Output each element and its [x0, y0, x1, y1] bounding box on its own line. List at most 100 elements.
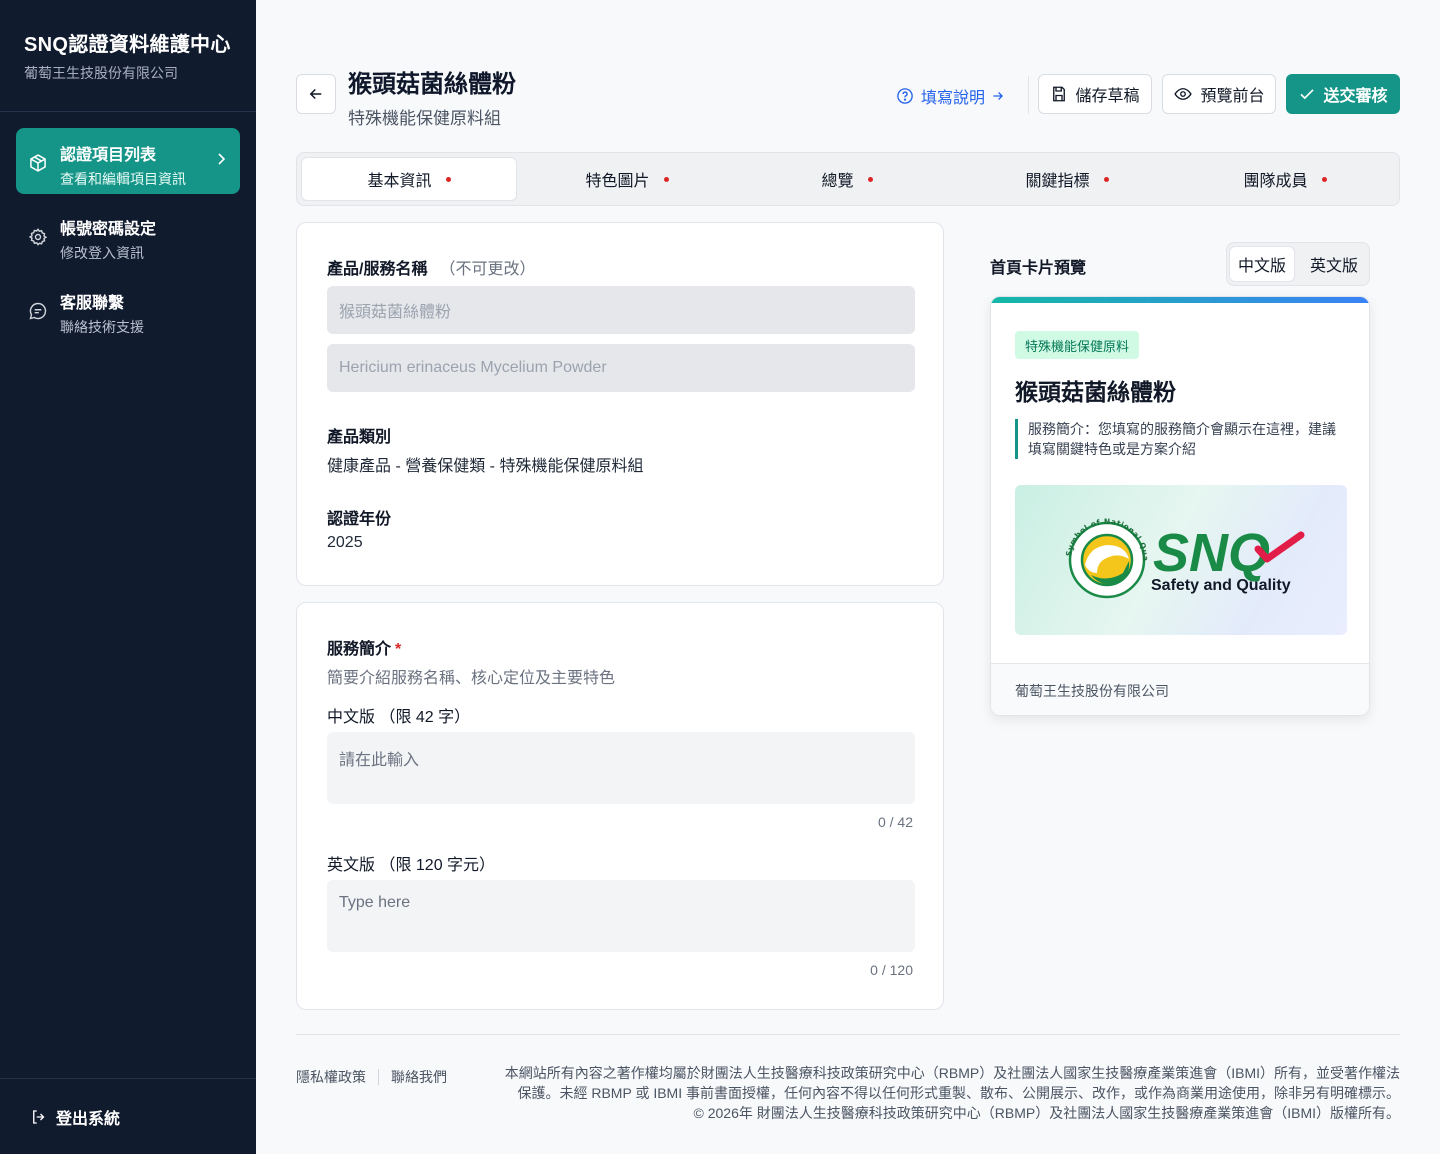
preview-category-badge: 特殊機能保健原料	[1015, 331, 1140, 359]
tab-label: 特色圖片	[585, 173, 650, 190]
logout-button[interactable]: 登出系統	[0, 1078, 256, 1154]
service-intro-help: 簡要介紹服務名稱、核心定位及主要特色	[327, 670, 616, 687]
service-intro-label: 服務簡介 *	[327, 635, 401, 659]
footer-divider	[296, 1034, 1400, 1035]
zh-intro-placeholder: 請在此輸入	[339, 752, 420, 769]
sidebar-item-project-list[interactable]: 認證項目列表 查看和編輯項目資訊	[16, 128, 240, 194]
footer-link-separator	[378, 1069, 379, 1085]
basic-info-card: 產品/服務名稱 （不可更改） 猴頭菇菌絲體粉 Hericium erinaceus…	[296, 222, 944, 586]
svg-text:Safety and Quality: Safety and Quality	[1151, 577, 1291, 594]
preview-company: 葡萄王生技股份有限公司	[991, 663, 1369, 715]
required-mark: *	[395, 641, 402, 658]
preview-top-bar	[991, 297, 1369, 303]
tab-label: 團隊成員	[1243, 173, 1308, 190]
sidebar-item-account-settings[interactable]: 帳號密碼設定 修改登入資訊	[16, 202, 240, 268]
preview-front-button[interactable]: 預覽前台	[1162, 74, 1276, 114]
tab-label: 關鍵指標	[1025, 173, 1090, 190]
footer-copyright: 本網站所有內容之著作權均屬於財團法人生技醫療科技政策研究中心（RBMP）及社團法…	[500, 1063, 1400, 1123]
arrow-left-icon	[307, 85, 325, 103]
back-button[interactable]	[296, 74, 336, 114]
sidebar-item-support[interactable]: 客服聯繫 聯絡技術支援	[16, 276, 240, 342]
lang-en-button[interactable]: 英文版	[1301, 246, 1367, 282]
cube-icon	[28, 153, 48, 173]
check-icon	[1298, 85, 1316, 103]
product-name-label: 產品/服務名稱 （不可更改）	[327, 255, 535, 279]
sidebar-item-label: 客服聯繫	[60, 295, 125, 312]
sidebar-nav: 認證項目列表 查看和編輯項目資訊 帳號密碼設定 修改登入資訊 客服聯繫 聯絡技術…	[0, 112, 256, 366]
sidebar-item-desc: 聯絡技術支援	[60, 319, 144, 335]
submit-review-label: 送交審核	[1323, 88, 1388, 105]
product-name-en-field: Hericium erinaceus Mycelium Powder	[327, 344, 915, 392]
header-divider	[1028, 76, 1029, 114]
en-char-counter: 0 / 120	[870, 962, 913, 978]
en-intro-textarea[interactable]: Type here	[327, 880, 915, 952]
page-subtitle: 特殊機能保健原料組	[348, 109, 501, 128]
tab-basic-info[interactable]: 基本資訊	[301, 157, 517, 201]
preview-feature-image: Symbol of National Quality SNQ Safety an…	[1012, 478, 1347, 635]
tab-key-metrics[interactable]: 關鍵指標	[959, 157, 1175, 201]
en-version-label: 英文版 （限 120 字元）	[327, 857, 496, 874]
service-intro-label-text: 服務簡介	[327, 641, 392, 658]
brand-title: SNQ認證資料維護中心	[24, 34, 231, 56]
sidebar-item-desc: 查看和編輯項目資訊	[60, 171, 186, 187]
save-draft-button[interactable]: 儲存草稿	[1038, 74, 1152, 114]
preview-product-name: 猴頭菇菌絲體粉	[1015, 379, 1176, 405]
guide-link-label: 填寫說明	[921, 90, 986, 107]
service-intro-card: 服務簡介 * 簡要介紹服務名稱、核心定位及主要特色 中文版 （限 42 字） 請在…	[296, 602, 944, 1010]
copyright-line: 本網站所有內容之著作權均屬於財團法人生技醫療科技政策研究中心（RBMP）及社團法…	[504, 1065, 1400, 1081]
brand: SNQ認證資料維護中心 葡萄王生技股份有限公司	[0, 0, 256, 112]
category-label: 產品類別	[327, 429, 392, 446]
question-circle-icon	[896, 87, 914, 105]
submit-review-button[interactable]: 送交審核	[1286, 74, 1400, 114]
zh-version-label: 中文版 （限 42 字）	[327, 709, 471, 726]
page-title: 猴頭菇菌絲體粉	[348, 71, 516, 98]
sidebar-item-label: 認證項目列表	[60, 147, 157, 164]
preview-front-label: 預覽前台	[1200, 88, 1265, 105]
copyright-line: © 2026年 財團法人生技醫療科技政策研究中心（RBMP）及社團法人國家生技醫…	[693, 1105, 1400, 1121]
privacy-policy-link[interactable]: 隱私權政策	[296, 1067, 366, 1087]
save-icon	[1050, 85, 1068, 103]
product-name-zh-field: 猴頭菇菌絲體粉	[327, 286, 915, 334]
year-value: 2025	[327, 534, 363, 551]
product-name-label-text: 產品/服務名稱	[327, 261, 428, 278]
eye-icon	[1173, 85, 1193, 103]
zh-intro-textarea[interactable]: 請在此輸入	[327, 732, 915, 804]
brand-subtitle: 葡萄王生技股份有限公司	[24, 65, 178, 81]
language-toggle: 中文版 英文版	[1226, 242, 1370, 286]
logout-label: 登出系統	[56, 1110, 121, 1128]
year-label: 認證年份	[327, 511, 392, 528]
required-dot	[1103, 176, 1109, 182]
copyright-line: 保護。未經 RBMP 或 IBMI 事前書面授權，任何內容不得以任何形式重製、散…	[517, 1085, 1400, 1101]
tab-label: 基本資訊	[367, 173, 432, 190]
sidebar: SNQ認證資料維護中心 葡萄王生技股份有限公司 認證項目列表 查看和編輯項目資訊…	[0, 0, 256, 1154]
required-dot	[1321, 176, 1327, 182]
preview-description: 服務簡介：您填寫的服務簡介會顯示在這裡，建議填寫關鍵特色或是方案介紹	[1015, 419, 1347, 459]
required-dot	[867, 176, 873, 182]
sidebar-item-label: 帳號密碼設定	[60, 221, 157, 238]
en-intro-placeholder: Type here	[339, 894, 411, 911]
chat-icon	[28, 301, 48, 321]
arrow-right-icon	[991, 89, 1005, 103]
page-header: 猴頭菇菌絲體粉 特殊機能保健原料組 填寫說明 儲存草稿 預覽前台 送交審核	[296, 60, 1400, 130]
sidebar-item-desc: 修改登入資訊	[60, 245, 144, 261]
guide-link[interactable]: 填寫說明	[896, 84, 1005, 108]
tab-label: 總覽	[821, 173, 854, 190]
footer-links: 隱私權政策 聯絡我們	[296, 1067, 447, 1087]
chevron-right-icon	[216, 152, 226, 171]
save-draft-label: 儲存草稿	[1075, 88, 1140, 105]
lang-zh-button[interactable]: 中文版	[1229, 246, 1295, 282]
homepage-card-preview: 特殊機能保健原料 猴頭菇菌絲體粉 服務簡介：您填寫的服務簡介會顯示在這裡，建議填…	[990, 296, 1370, 716]
logout-icon	[30, 1108, 48, 1126]
required-dot	[663, 176, 669, 182]
category-value: 健康產品 - 營養保健類 - 特殊機能保健原料組	[327, 458, 644, 475]
snq-logo: Symbol of National Quality SNQ Safety an…	[1012, 478, 1305, 599]
tab-team-members[interactable]: 團隊成員	[1177, 157, 1393, 201]
tab-overview[interactable]: 總覽	[739, 157, 955, 201]
gear-icon	[28, 227, 48, 247]
form-tabs: 基本資訊 特色圖片 總覽 關鍵指標 團隊成員	[296, 152, 1400, 206]
tab-feature-images[interactable]: 特色圖片	[519, 157, 735, 201]
preview-title: 首頁卡片預覽	[990, 260, 1087, 277]
svg-text:SNQ: SNQ	[1153, 523, 1270, 583]
zh-char-counter: 0 / 42	[877, 814, 913, 830]
contact-us-link[interactable]: 聯絡我們	[391, 1067, 447, 1087]
